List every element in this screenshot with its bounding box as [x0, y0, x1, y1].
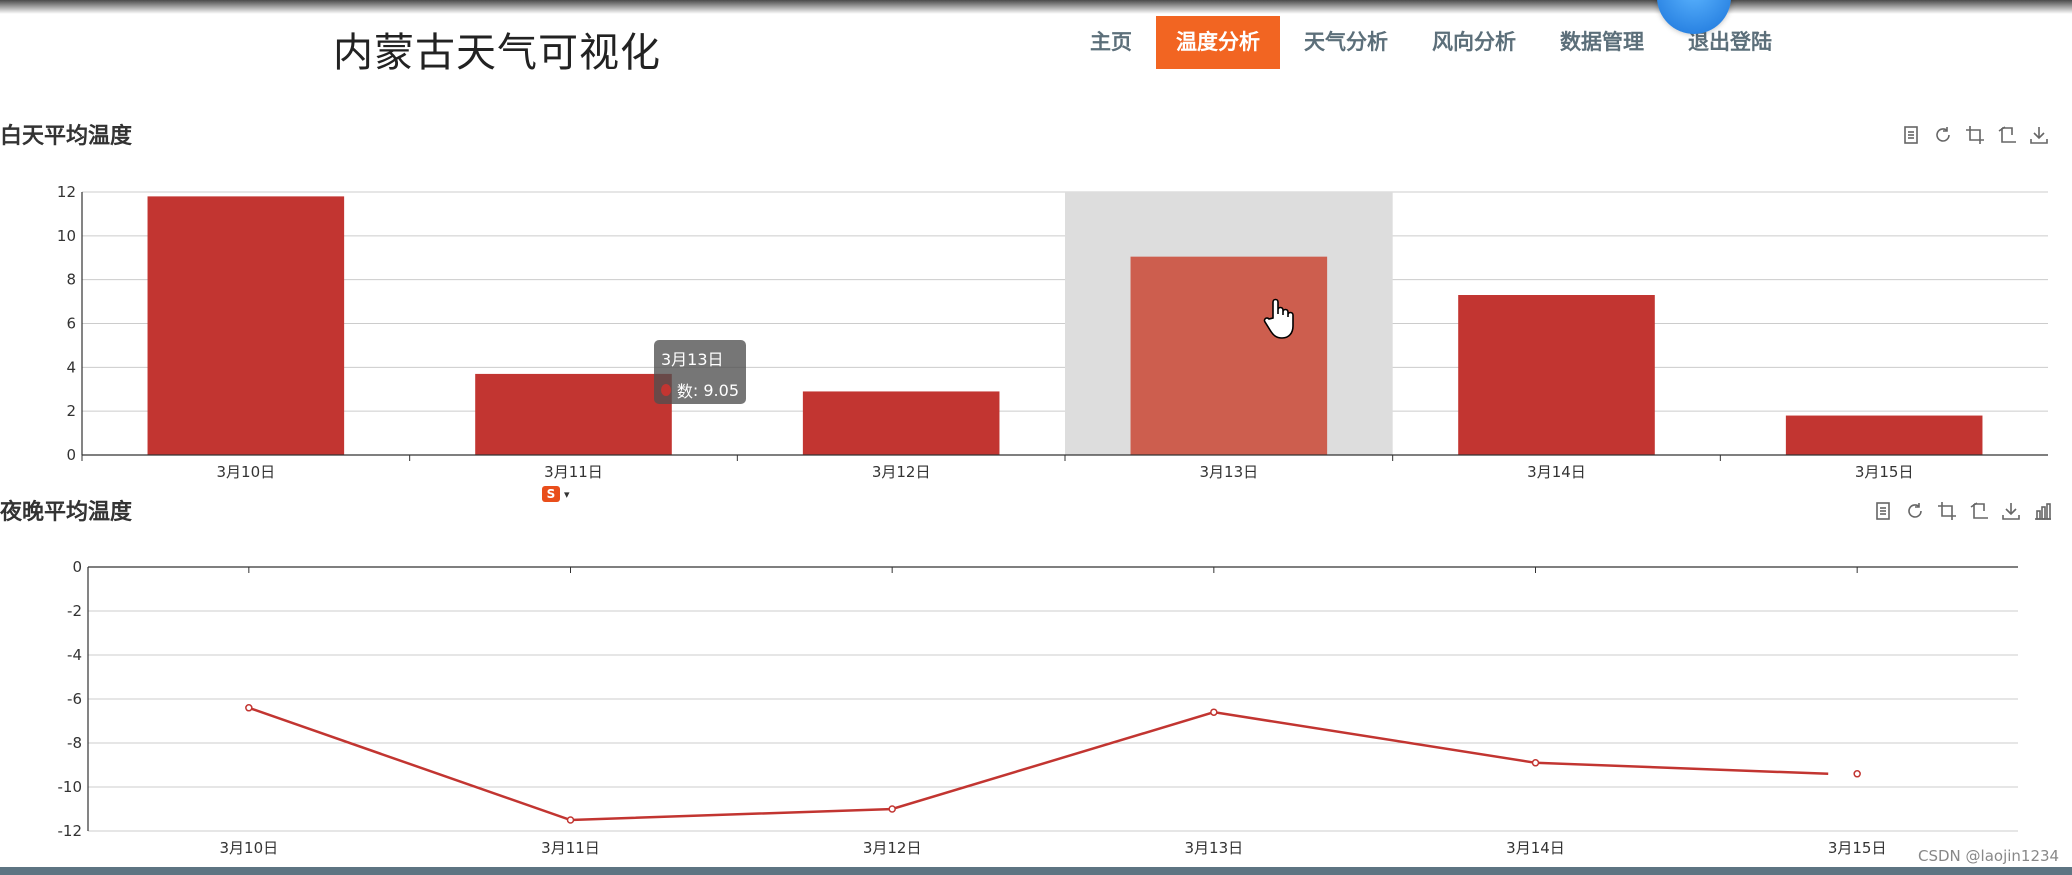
data-point	[1531, 759, 1540, 767]
y-tick-label: 12	[57, 183, 76, 201]
night-chart-toolbox	[1872, 500, 2054, 522]
x-tick-label: 3月11日	[544, 463, 603, 481]
zoom-reset-icon[interactable]	[1996, 124, 2018, 146]
series-line	[248, 706, 1829, 822]
x-tick-label: 3月10日	[220, 839, 279, 857]
hand-cursor-icon	[1263, 298, 1294, 339]
save-image-icon[interactable]	[2000, 500, 2022, 522]
save-image-icon[interactable]	[2028, 124, 2050, 146]
restore-icon[interactable]	[1932, 124, 1954, 146]
y-tick-label: -12	[58, 822, 83, 840]
nav-item-weather[interactable]: 天气分析	[1284, 16, 1408, 69]
header: 内蒙古天气可视化 主页 温度分析 天气分析 风向分析 数据管理 退出登陆	[0, 0, 2072, 80]
y-tick-label: -2	[67, 602, 82, 620]
x-tick-label: 3月11日	[541, 839, 600, 857]
night-temperature-line-chart: 0 -2 -4 -6 -8 -10 -12 3月10日 3月11日 3月12日 3月13日 3月14日…	[58, 558, 2018, 857]
x-tick-label: 3月15日	[1855, 463, 1914, 481]
bar-chart-icon[interactable]	[2032, 500, 2054, 522]
data-point	[1853, 770, 1861, 778]
y-tick-label: 10	[57, 227, 76, 245]
x-tick-label: 3月13日	[1200, 463, 1259, 481]
site-title: 内蒙古天气可视化	[333, 30, 661, 76]
bar	[1458, 295, 1655, 455]
data-view-icon[interactable]	[1900, 124, 1922, 146]
bar-tooltip: 3月13日 数: 9.05	[654, 340, 746, 404]
y-tick-label: -6	[67, 690, 82, 708]
dropdown-arrow-icon: ▾	[564, 487, 570, 501]
x-tick-label: 3月13日	[1185, 839, 1244, 857]
y-tick-label: 6	[66, 315, 76, 333]
y-tick-label: 0	[72, 558, 82, 576]
input-method-badge[interactable]: S ▾	[542, 484, 582, 504]
tooltip-value: 9.05	[703, 380, 739, 400]
series-marker-icon	[661, 384, 671, 396]
data-view-icon[interactable]	[1872, 500, 1894, 522]
data-point	[566, 816, 575, 824]
y-tick-label: 4	[66, 358, 76, 376]
zoom-icon[interactable]	[1936, 500, 1958, 522]
x-tick-label: 3月12日	[863, 839, 922, 857]
sogou-s-icon: S	[542, 486, 560, 502]
data-point	[888, 805, 896, 813]
nav-item-temperature[interactable]: 温度分析	[1156, 16, 1280, 69]
tooltip-title: 3月13日	[661, 350, 724, 369]
nav-item-home[interactable]: 主页	[1070, 16, 1152, 69]
y-tick-label: 8	[66, 271, 76, 289]
y-tick-label: -4	[67, 646, 82, 664]
bar	[802, 391, 1000, 455]
watermark: CSDN @laojin1234	[1918, 847, 2060, 865]
restore-icon[interactable]	[1904, 500, 1926, 522]
day-chart-title: 白天平均温度	[0, 124, 133, 149]
bar	[475, 373, 672, 455]
x-tick-label: 3月14日	[1527, 463, 1586, 481]
y-tick-label: -10	[58, 778, 83, 796]
bottom-bar	[0, 867, 2072, 875]
x-tick-label: 3月10日	[217, 463, 276, 481]
y-tick-label: 2	[66, 402, 76, 420]
tooltip-series-label: 数	[676, 382, 693, 401]
night-chart-title: 夜晚平均温度	[0, 500, 133, 525]
bar	[1130, 256, 1328, 455]
y-tick-label: -8	[67, 734, 82, 752]
nav-item-data-management[interactable]: 数据管理	[1540, 16, 1664, 69]
bar	[147, 196, 345, 455]
x-tick-label: 3月14日	[1506, 839, 1565, 857]
tooltip-row: 数: 9.05	[661, 378, 739, 402]
zoom-icon[interactable]	[1964, 124, 1986, 146]
day-temperature-bar-chart: 0 2 4 6 8 10 12 3月10日 3月11日 3月12日 3月13日 3月14日 3月15日	[57, 183, 2048, 481]
bar	[1785, 415, 1983, 455]
day-chart-toolbox	[1900, 124, 2050, 146]
x-tick-label: 3月15日	[1828, 839, 1887, 857]
y-tick-label: 0	[66, 446, 76, 464]
nav-item-wind[interactable]: 风向分析	[1412, 16, 1536, 69]
zoom-reset-icon[interactable]	[1968, 500, 1990, 522]
x-tick-label: 3月12日	[872, 463, 931, 481]
data-point	[245, 704, 253, 712]
data-point	[1210, 708, 1218, 716]
